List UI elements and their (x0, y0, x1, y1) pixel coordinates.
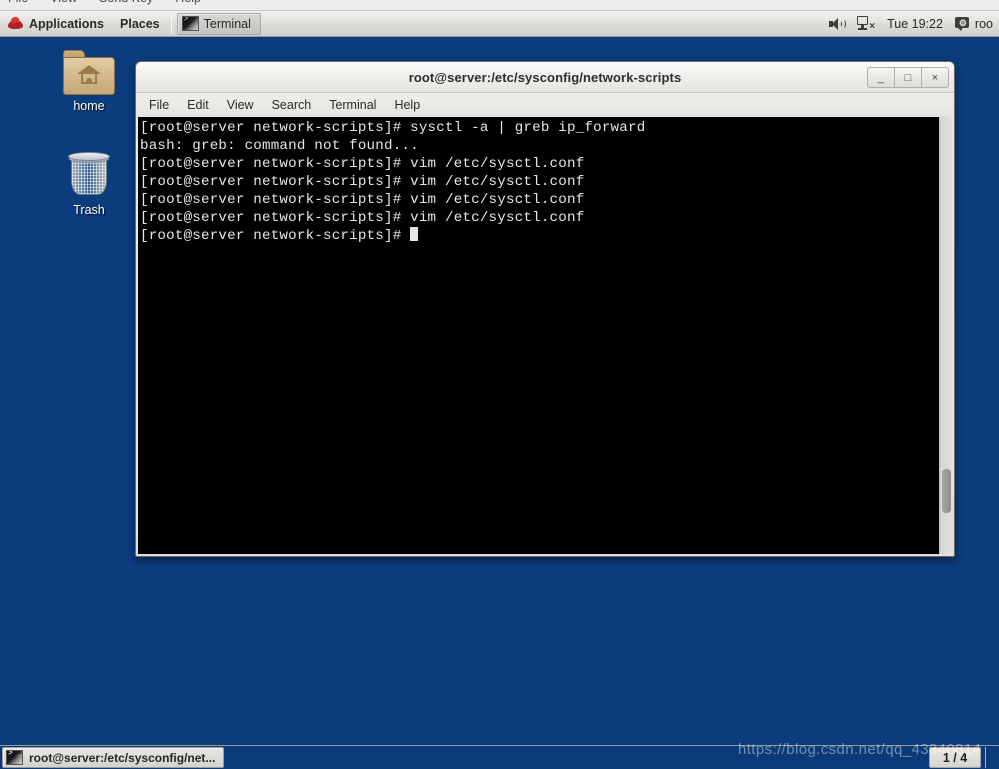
taskbar-item-terminal-label: Terminal (203, 16, 251, 31)
minimize-button[interactable]: _ (867, 67, 895, 88)
vm-menu-send-key[interactable]: Send Key (99, 0, 153, 5)
window-controls: _ □ × (867, 67, 949, 88)
terminal-scrollbar[interactable] (939, 117, 952, 554)
vm-menu-help[interactable]: Help (175, 0, 201, 5)
network-disconnected-icon[interactable]: × (857, 16, 875, 32)
terminal-prompt: [root@server network-scripts]# (140, 228, 411, 244)
places-menu-label: Places (120, 16, 160, 31)
user-menu[interactable]: ⚙ roo (954, 16, 993, 31)
terminal-line: bash: greb: command not found... (140, 138, 419, 154)
taskbar-item-terminal[interactable]: Terminal (176, 12, 261, 35)
menu-search[interactable]: Search (263, 96, 321, 114)
terminal-line: [root@server network-scripts]# vim /etc/… (140, 156, 585, 172)
vm-window-menubar: File View Send Key Help (0, 0, 999, 11)
terminal-window[interactable]: root@server:/etc/sysconfig/network-scrip… (135, 61, 955, 557)
terminal-window-frame: root@server:/etc/sysconfig/network-scrip… (135, 61, 955, 557)
menu-help[interactable]: Help (385, 96, 429, 114)
applications-menu-label: Applications (29, 16, 105, 31)
vm-menu-view[interactable]: View (50, 0, 77, 5)
taskbar-window-terminal-label: root@server:/etc/sysconfig/net... (29, 750, 216, 765)
terminal-scrollbar-thumb[interactable] (942, 469, 951, 513)
terminal-icon (6, 750, 23, 765)
terminal-menubar: File Edit View Search Terminal Help (136, 93, 954, 117)
desktop-icon-home-label: home (73, 99, 105, 113)
panel-separator (170, 13, 172, 34)
menu-terminal[interactable]: Terminal (320, 96, 385, 114)
applications-menu[interactable]: Applications (0, 11, 112, 37)
terminal-screen[interactable]: [root@server network-scripts]# sysctl -a… (138, 117, 941, 554)
home-folder-icon (63, 50, 115, 96)
places-menu[interactable]: Places (112, 11, 168, 37)
terminal-line: [root@server network-scripts]# vim /etc/… (140, 192, 585, 208)
vm-menu-file[interactable]: File (8, 0, 28, 5)
bottom-panel-edge (985, 747, 997, 768)
clock[interactable]: Tue 19:22 (887, 17, 943, 31)
menu-edit[interactable]: Edit (178, 96, 218, 114)
terminal-icon (181, 16, 199, 31)
speaker-icon[interactable] (829, 17, 847, 31)
terminal-line: [root@server network-scripts]# vim /etc/… (140, 210, 585, 226)
desktop-icon-home[interactable]: home (44, 50, 134, 113)
menu-view[interactable]: View (218, 96, 263, 114)
terminal-cursor (410, 227, 419, 241)
close-button[interactable]: × (921, 67, 949, 88)
maximize-button[interactable]: □ (894, 67, 922, 88)
user-account-icon: ⚙ (954, 16, 970, 31)
top-panel: Applications Places Terminal × Tue 19:22… (0, 11, 999, 37)
desktop-icon-trash-label: Trash (73, 203, 105, 217)
redhat-logo-icon (8, 17, 23, 31)
bottom-panel: root@server:/etc/sysconfig/net... 1 / 4 (0, 745, 999, 769)
workspace-switcher[interactable]: 1 / 4 (929, 747, 981, 768)
trash-can-icon (66, 150, 112, 200)
desktop-icon-trash[interactable]: Trash (44, 150, 134, 217)
user-menu-label: roo (974, 16, 993, 31)
terminal-titlebar[interactable]: root@server:/etc/sysconfig/network-scrip… (136, 62, 954, 93)
terminal-line: [root@server network-scripts]# sysctl -a… (140, 120, 646, 136)
terminal-line: [root@server network-scripts]# vim /etc/… (140, 174, 585, 190)
menu-file[interactable]: File (140, 96, 178, 114)
terminal-prompt-line: [root@server network-scripts]# (140, 227, 941, 245)
system-tray: × Tue 19:22 ⚙ roo (829, 11, 999, 37)
taskbar-window-terminal[interactable]: root@server:/etc/sysconfig/net... (2, 747, 225, 768)
terminal-window-title: root@server:/etc/sysconfig/network-scrip… (408, 69, 682, 85)
